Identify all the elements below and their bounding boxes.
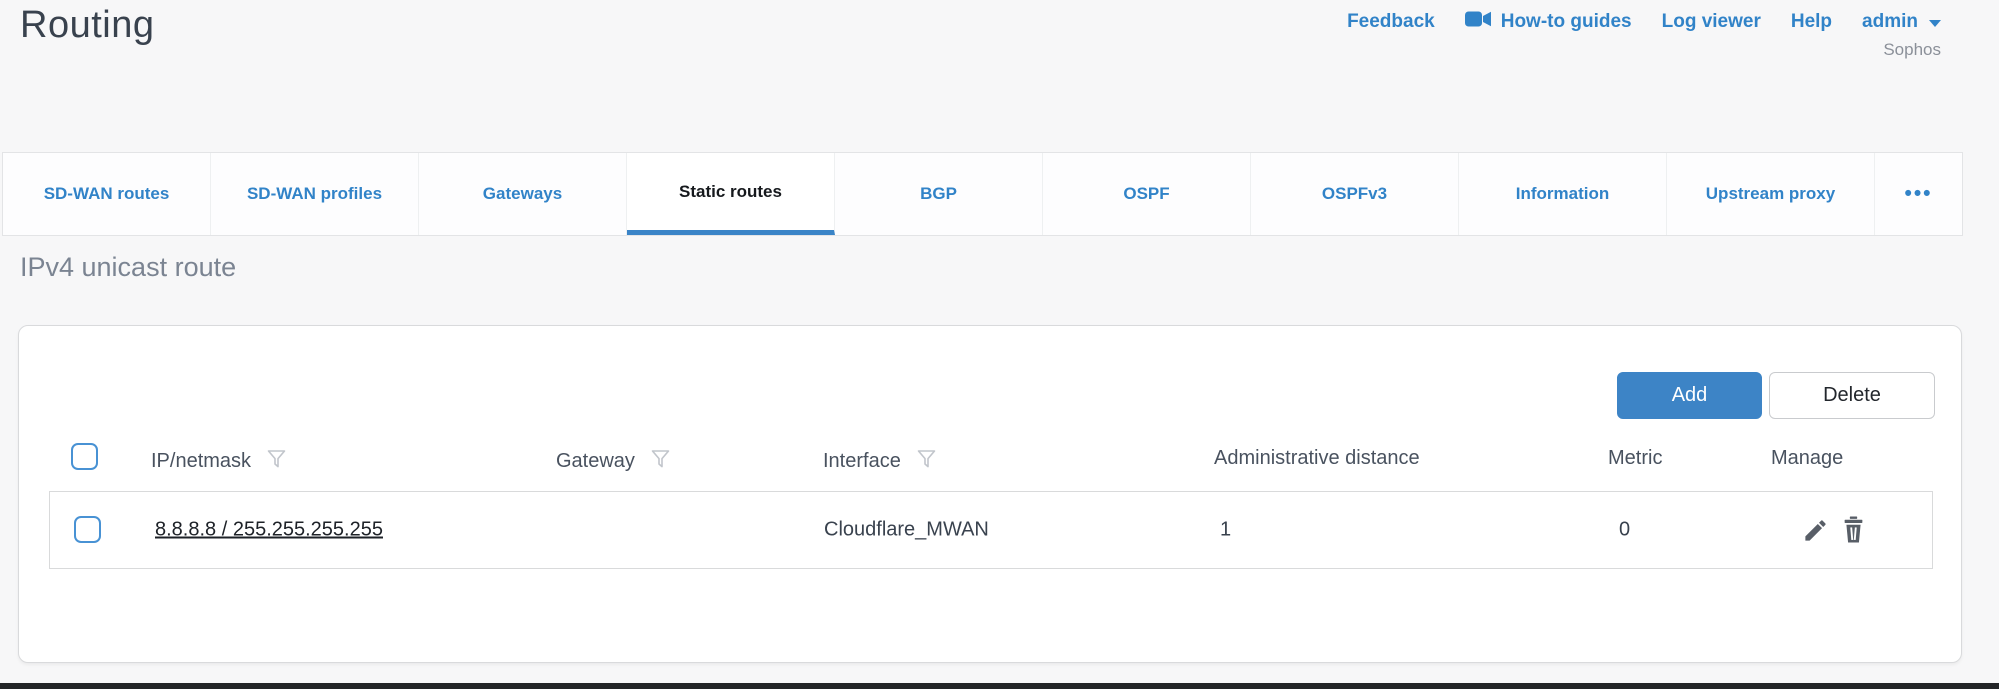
column-header-gateway: Gateway: [556, 447, 671, 476]
top-links: Feedback How-to guides Log viewer Help a…: [1347, 10, 1941, 34]
tab-bar: SD-WAN routes SD-WAN profiles Gateways S…: [2, 152, 1963, 236]
howto-guides-label: How-to guides: [1501, 11, 1632, 33]
howto-guides-link[interactable]: How-to guides: [1465, 10, 1632, 34]
row-checkbox[interactable]: [74, 516, 101, 543]
tab-information[interactable]: Information: [1459, 153, 1667, 235]
log-viewer-label: Log viewer: [1662, 11, 1761, 33]
topbar-right: Feedback How-to guides Log viewer Help a…: [1347, 10, 1941, 60]
routing-page: Routing Feedback How-to guides Log viewe…: [0, 0, 1999, 689]
tab-static-routes[interactable]: Static routes: [627, 153, 835, 235]
page-title: Routing: [20, 4, 154, 47]
column-header-metric: Metric: [1608, 447, 1662, 470]
tab-bgp[interactable]: BGP: [835, 153, 1043, 235]
ip-netmask-link[interactable]: 8.8.8.8 / 255.255.255.255: [155, 519, 383, 542]
static-routes-card: Add Delete IP/netmask Gateway Interface …: [18, 325, 1962, 663]
column-header-interface-label: Interface: [823, 450, 901, 473]
tab-ospf[interactable]: OSPF: [1043, 153, 1251, 235]
add-button[interactable]: Add: [1617, 372, 1762, 419]
tab-gateways[interactable]: Gateways: [419, 153, 627, 235]
company-label: Sophos: [1883, 40, 1941, 60]
table-row: 8.8.8.8 / 255.255.255.255 Cloudflare_MWA…: [49, 491, 1933, 569]
column-header-ip-netmask-label: IP/netmask: [151, 450, 251, 473]
tab-sd-wan-routes[interactable]: SD-WAN routes: [3, 153, 211, 235]
admin-menu-label: admin: [1862, 11, 1918, 33]
tab-overflow-menu[interactable]: •••: [1875, 153, 1962, 235]
help-label: Help: [1791, 11, 1832, 33]
administrative-distance-value: 1: [1220, 519, 1231, 542]
column-header-gateway-label: Gateway: [556, 450, 635, 473]
column-header-manage-label: Manage: [1771, 447, 1843, 470]
video-camera-icon: [1465, 10, 1492, 34]
delete-button[interactable]: Delete: [1769, 372, 1935, 419]
admin-menu[interactable]: admin: [1862, 11, 1941, 33]
chevron-down-icon: [1929, 20, 1941, 27]
metric-value: 0: [1619, 519, 1630, 542]
column-header-ip-netmask: IP/netmask: [151, 447, 287, 476]
column-header-administrative-distance: Administrative distance: [1214, 447, 1420, 470]
column-header-interface: Interface: [823, 447, 937, 476]
section-title: IPv4 unicast route: [20, 252, 236, 283]
feedback-link-label: Feedback: [1347, 11, 1435, 33]
filter-icon[interactable]: [916, 449, 937, 476]
edit-icon[interactable]: [1802, 517, 1829, 544]
trash-icon[interactable]: [1841, 516, 1866, 544]
column-header-administrative-distance-label: Administrative distance: [1214, 447, 1420, 470]
feedback-link[interactable]: Feedback: [1347, 11, 1435, 33]
help-link[interactable]: Help: [1791, 11, 1832, 33]
filter-icon[interactable]: [266, 449, 287, 476]
interface-value: Cloudflare_MWAN: [824, 519, 989, 542]
column-header-metric-label: Metric: [1608, 447, 1662, 470]
select-all-checkbox[interactable]: [71, 443, 98, 470]
tab-upstream-proxy[interactable]: Upstream proxy: [1667, 153, 1875, 235]
log-viewer-link[interactable]: Log viewer: [1662, 11, 1761, 33]
tab-sd-wan-profiles[interactable]: SD-WAN profiles: [211, 153, 419, 235]
window-bottom-edge: [0, 683, 1999, 689]
tab-ospfv3[interactable]: OSPFv3: [1251, 153, 1459, 235]
column-header-manage: Manage: [1771, 447, 1843, 470]
filter-icon[interactable]: [650, 449, 671, 476]
manage-actions: [1802, 516, 1866, 544]
